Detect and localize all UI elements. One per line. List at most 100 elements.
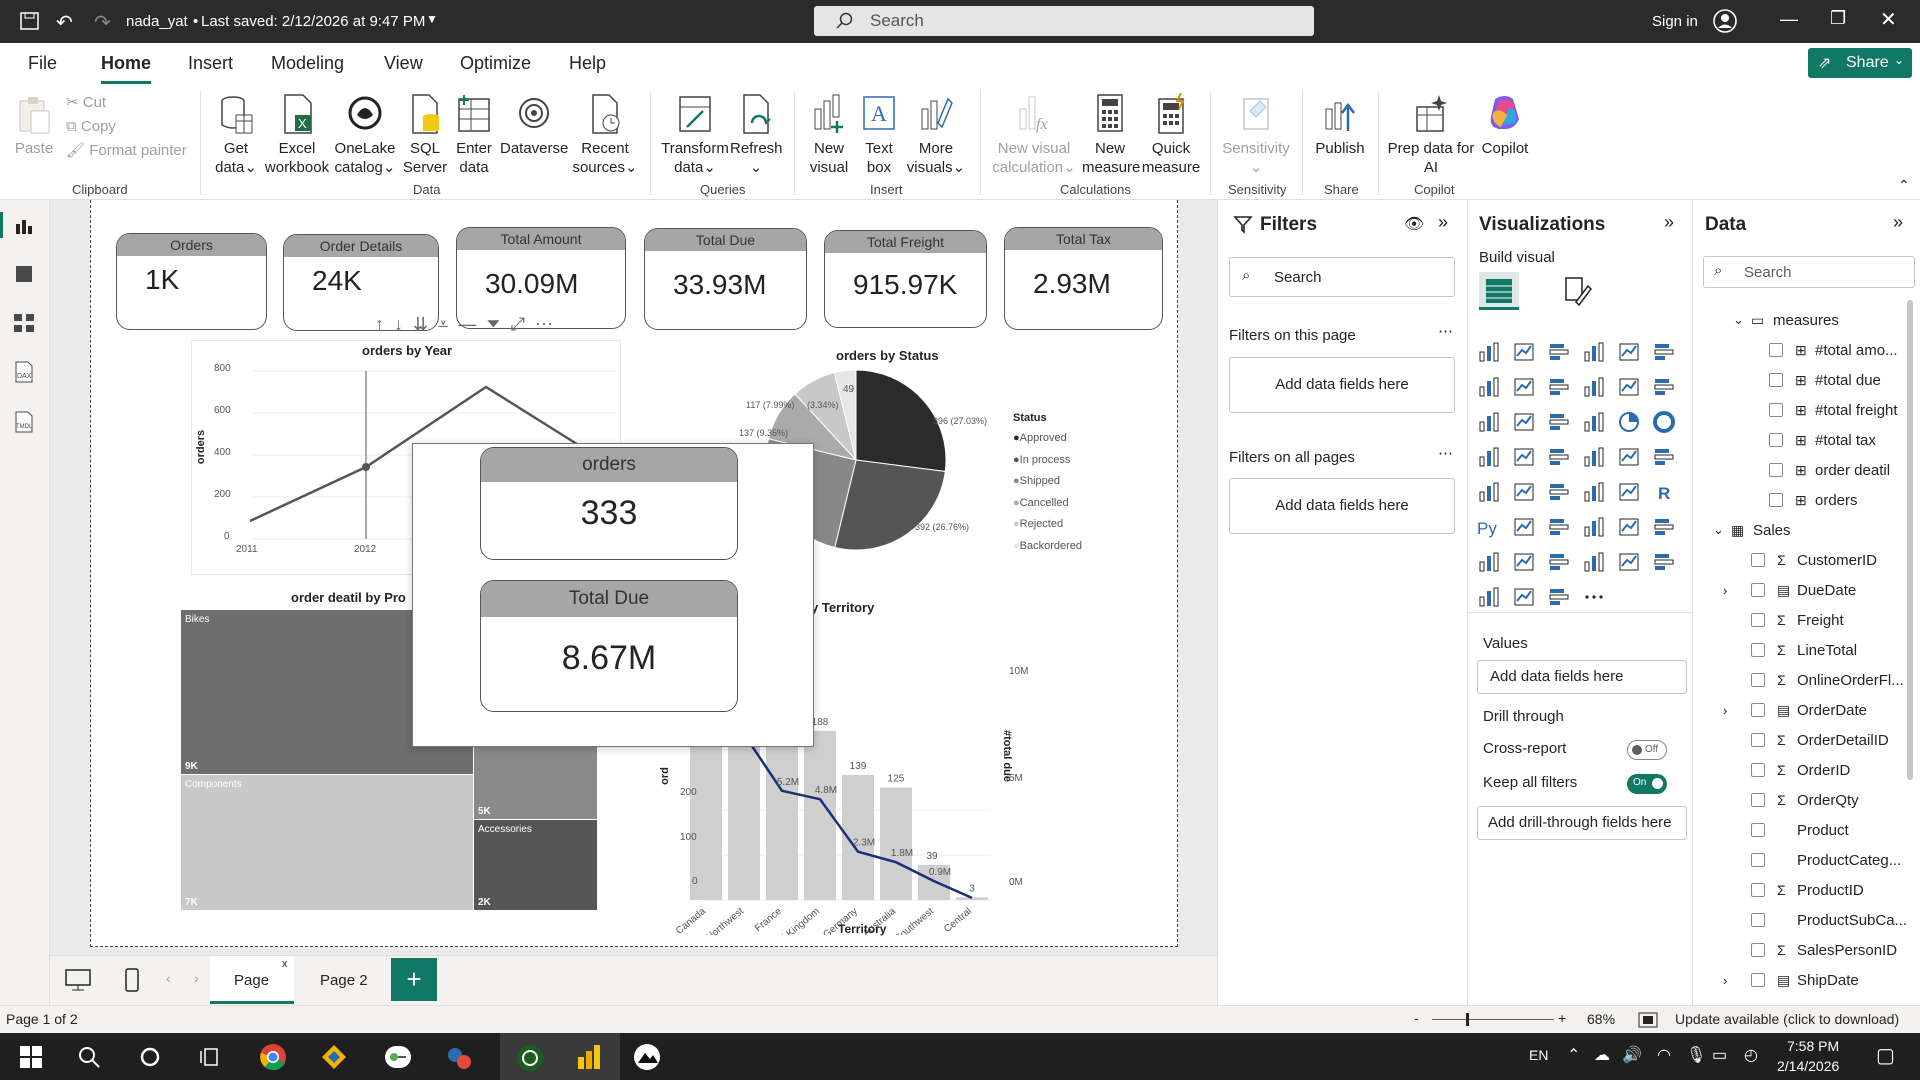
- cortana-icon[interactable]: [139, 1046, 161, 1068]
- field-checkbox[interactable]: [1751, 793, 1765, 807]
- microphone-icon[interactable]: 🎙: [1686, 1045, 1706, 1065]
- menu-file[interactable]: File: [28, 53, 57, 74]
- save-icon[interactable]: [20, 12, 40, 30]
- share-button[interactable]: ⇗ Share ⌄: [1808, 48, 1912, 78]
- language-indicator[interactable]: EN: [1529, 1047, 1548, 1063]
- field-checkbox[interactable]: [1751, 613, 1765, 627]
- field-checkbox[interactable]: [1751, 553, 1765, 567]
- collapse-filters-icon[interactable]: »: [1438, 212, 1448, 233]
- field-checkbox[interactable]: [1751, 883, 1765, 897]
- cross-report-toggle[interactable]: Off: [1627, 740, 1667, 760]
- zoom-slider-thumb[interactable]: [1466, 1013, 1469, 1026]
- menu-modeling[interactable]: Modeling: [271, 53, 344, 74]
- transform-data-button[interactable]: Transform data⌄: [660, 93, 730, 177]
- app-icon[interactable]: [445, 1043, 473, 1071]
- report-page[interactable]: Orders 1K Order Details 24K Total Amount 30…: [90, 200, 1178, 947]
- field-checkbox[interactable]: [1751, 733, 1765, 747]
- field-checkbox[interactable]: [1769, 403, 1783, 417]
- r-script-visual-icon[interactable]: Py: [1477, 515, 1503, 541]
- eye-icon[interactable]: 👁: [1404, 214, 1424, 234]
- azure-map-visual-icon[interactable]: [1582, 445, 1608, 471]
- field-checkbox[interactable]: [1751, 853, 1765, 867]
- table-view-icon[interactable]: [14, 264, 34, 284]
- build-visual-tab[interactable]: [1479, 272, 1519, 310]
- recent-sources-button[interactable]: Recent sources⌄: [570, 93, 640, 177]
- field-checkbox[interactable]: [1769, 373, 1783, 387]
- field-checkbox[interactable]: [1769, 433, 1783, 447]
- card-visual-icon[interactable]: [1652, 445, 1678, 471]
- 100-area-visual-icon[interactable]: [1582, 375, 1608, 401]
- trophy-visual-icon[interactable]: [1477, 550, 1503, 576]
- values-drop-zone[interactable]: Add data fields here: [1477, 660, 1687, 694]
- legend-item[interactable]: ●Rejected: [1013, 514, 1082, 536]
- sign-in-link[interactable]: Sign in: [1652, 13, 1698, 30]
- image-visual-icon[interactable]: [1617, 550, 1643, 576]
- new-visual-button[interactable]: New visual: [804, 93, 854, 177]
- menu-home[interactable]: Home: [101, 53, 151, 74]
- format-painter-button[interactable]: 🖌 Format painter: [66, 141, 187, 160]
- desktop-layout-icon[interactable]: [64, 968, 92, 992]
- stacked-area-visual-icon[interactable]: [1547, 375, 1573, 401]
- multi-card-visual-icon[interactable]: [1477, 480, 1503, 506]
- legend-item[interactable]: ●Shipped: [1013, 471, 1082, 493]
- search-icon[interactable]: [78, 1046, 100, 1068]
- tab-page[interactable]: Page x: [210, 956, 294, 1004]
- map-visual-icon[interactable]: [1512, 445, 1538, 471]
- legend-item[interactable]: ●Approved: [1013, 428, 1082, 450]
- new-visual-calculation-button[interactable]: fx New visual calculation⌄: [988, 93, 1080, 177]
- format-visual-icon[interactable]: [1562, 276, 1592, 306]
- custom-3-visual-icon[interactable]: [1547, 585, 1573, 611]
- pie-visual-icon[interactable]: [1617, 410, 1643, 436]
- excel-workbook-button[interactable]: X Excel workbook: [262, 93, 332, 177]
- clustered-bar-visual-icon[interactable]: [1547, 340, 1573, 366]
- collapse-ribbon-icon[interactable]: ⌃: [1898, 177, 1910, 194]
- treemap-tile-components[interactable]: Components 7K: [181, 775, 473, 910]
- speaker-icon[interactable]: 🔊: [1622, 1045, 1642, 1065]
- keep-all-filters-toggle[interactable]: On: [1627, 774, 1667, 794]
- data-search-input[interactable]: ⌕ Search: [1703, 256, 1915, 288]
- chevron-right-icon[interactable]: ›: [1723, 973, 1727, 988]
- funnel-visual-icon[interactable]: [1547, 410, 1573, 436]
- previous-page-icon[interactable]: ‹: [166, 970, 171, 986]
- menu-insert[interactable]: Insert: [188, 53, 233, 74]
- get-data-button[interactable]: Get data⌄: [210, 93, 262, 177]
- field-checkbox[interactable]: [1751, 673, 1765, 687]
- drill-through-drop-zone[interactable]: Add drill-through fields here: [1477, 806, 1687, 840]
- search-box[interactable]: Search: [814, 6, 1314, 36]
- stacked-column-visual-icon[interactable]: [1512, 340, 1538, 366]
- smart-narrative-visual-icon[interactable]: [1652, 515, 1678, 541]
- 100-bar-visual-icon[interactable]: [1617, 340, 1643, 366]
- field-checkbox[interactable]: [1751, 913, 1765, 927]
- legend-item[interactable]: ●In process: [1013, 450, 1082, 472]
- field-checkbox[interactable]: [1751, 973, 1765, 987]
- filters-all-pages-drop-zone[interactable]: Add data fields here: [1229, 478, 1455, 534]
- app-icon[interactable]: [384, 1045, 412, 1069]
- app-icon[interactable]: [632, 1043, 662, 1071]
- next-page-icon[interactable]: ›: [194, 970, 199, 986]
- copy-button[interactable]: ⧉ Copy: [66, 117, 116, 136]
- qa-visual-icon[interactable]: [1617, 515, 1643, 541]
- notifications-icon[interactable]: ▢: [1876, 1043, 1895, 1068]
- line-column-visual-icon[interactable]: [1617, 375, 1643, 401]
- field-checkbox[interactable]: [1751, 823, 1765, 837]
- publish-button[interactable]: Publish: [1310, 93, 1370, 158]
- legend-item[interactable]: ●Backordered: [1013, 536, 1082, 558]
- paste-button[interactable]: Paste: [12, 95, 56, 158]
- slicer-visual-icon[interactable]: [1547, 480, 1573, 506]
- collapse-data-icon[interactable]: »: [1893, 212, 1903, 233]
- power-apps-visual-icon[interactable]: [1547, 550, 1573, 576]
- task-view-icon[interactable]: [199, 1046, 221, 1068]
- more-options-icon[interactable]: ⋯: [1438, 322, 1453, 340]
- sql-server-button[interactable]: SQL Server: [400, 93, 450, 177]
- fit-to-page-icon[interactable]: [1638, 1012, 1658, 1028]
- field-checkbox[interactable]: [1769, 463, 1783, 477]
- collapse-visualizations-icon[interactable]: »: [1664, 212, 1674, 233]
- more-options-icon[interactable]: ⋯: [1438, 444, 1453, 462]
- table-visual-icon[interactable]: [1582, 480, 1608, 506]
- clustered-column-visual-icon[interactable]: [1582, 340, 1608, 366]
- waterfall-visual-icon[interactable]: [1512, 410, 1538, 436]
- custom-1-visual-icon[interactable]: [1477, 585, 1503, 611]
- wifi-icon[interactable]: ◠: [1657, 1045, 1671, 1065]
- line-clustered-visual-icon[interactable]: [1652, 375, 1678, 401]
- power-bi-icon[interactable]: [576, 1043, 602, 1071]
